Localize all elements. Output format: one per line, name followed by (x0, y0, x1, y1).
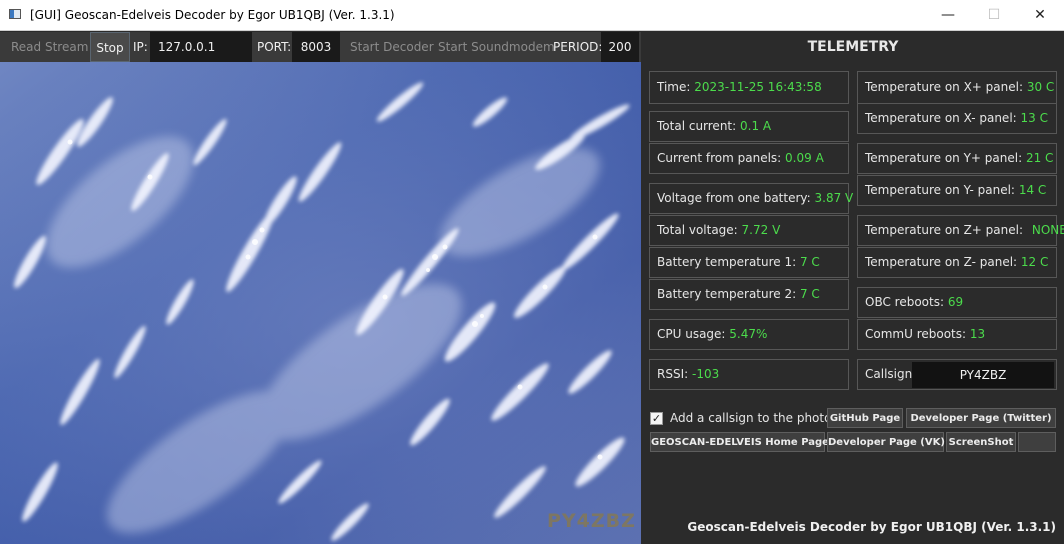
battery-temp2-box: Battery temperature 2: 7 C (649, 279, 849, 310)
commu-reboots-box: CommU reboots: 13 (857, 319, 1057, 350)
period-label: PERIOD: (553, 40, 603, 54)
read-stream-button[interactable]: Read Stream (11, 32, 88, 62)
temp-xp-label: Temperature on X+ panel: (865, 80, 1024, 94)
time-box: Time: 2023-11-25 16:43:58 (649, 71, 849, 104)
ip-input[interactable]: 127.0.0.1 (150, 32, 252, 62)
temp-yp-value: 21 C (1025, 151, 1054, 165)
temp-zp-box: Temperature on Z+ panel: NONE (857, 215, 1064, 246)
temp-xm-label: Temperature on X- panel: (865, 111, 1017, 125)
stop-button[interactable]: Stop (90, 32, 130, 62)
temp-zp-value: NONE (1031, 223, 1064, 237)
total-current-box: Total current: 0.1 A (649, 111, 849, 142)
temp-zm-value: 12 C (1020, 255, 1049, 269)
cpu-usage-label: CPU usage: (657, 327, 726, 341)
temp-ym-box: Temperature on Y- panel: 14 C (857, 175, 1057, 206)
telemetry-title: TELEMETRY (807, 39, 899, 55)
temp-yp-box: Temperature on Y+ panel: 21 C (857, 143, 1057, 174)
home-page-button[interactable]: GEOSCAN-EDELVEIS Home Page (650, 432, 829, 452)
app-icon (9, 9, 21, 19)
screenshot-button[interactable]: ScreenShot (946, 432, 1016, 452)
obc-reboots-label: OBC reboots: (865, 295, 945, 309)
commu-reboots-label: CommU reboots: (865, 327, 967, 341)
start-decoder-button[interactable]: Start Decoder (350, 32, 434, 62)
temp-xm-box: Temperature on X- panel: 13 C (857, 103, 1057, 134)
battery-temp1-label: Battery temperature 1: (657, 255, 797, 269)
obc-reboots-value: 69 (947, 295, 964, 309)
time-value: 2023-11-25 16:43:58 (694, 80, 822, 94)
maximize-button[interactable]: ☐ (971, 0, 1017, 30)
temp-zm-box: Temperature on Z- panel: 12 C (857, 247, 1057, 278)
cpu-usage-box: CPU usage: 5.47% (649, 319, 849, 350)
voltage-battery-label: Voltage from one battery: (657, 191, 811, 205)
total-current-label: Total current: (657, 119, 737, 133)
temp-xm-value: 13 C (1020, 111, 1048, 125)
temp-xp-value: 30 C (1026, 80, 1055, 94)
temp-zm-label: Temperature on Z- panel: (865, 255, 1018, 269)
total-voltage-label: Total voltage: (657, 223, 738, 237)
port-input[interactable]: 8003 (292, 32, 340, 62)
satellite-photo (0, 62, 641, 544)
start-soundmodem-button[interactable]: Start Soundmodem (438, 32, 555, 62)
temp-ym-value: 14 C (1018, 183, 1047, 197)
developer-twitter-button[interactable]: Developer Page (Twitter) (906, 408, 1056, 428)
battery-temp2-label: Battery temperature 2: (657, 287, 797, 301)
callsign-watermark: PY4ZBZ (547, 510, 636, 532)
total-voltage-value: 7.72 V (741, 223, 781, 237)
commu-reboots-value: 13 (969, 327, 986, 341)
temp-zp-label: Temperature on Z+ panel: (865, 223, 1024, 237)
minimize-button[interactable]: — (925, 0, 971, 30)
cpu-usage-value: 5.47% (729, 327, 768, 341)
close-button[interactable]: ✕ (1017, 0, 1063, 30)
earth-image (0, 62, 641, 544)
total-voltage-box: Total voltage: 7.72 V (649, 215, 849, 246)
battery-temp1-value: 7 C (799, 255, 820, 269)
current-panels-box: Current from panels: 0.09 A (649, 143, 849, 174)
voltage-battery-value: 3.87 V (814, 191, 854, 205)
footer-credits: Geoscan-Edelveis Decoder by Egor UB1QBJ … (687, 520, 1056, 534)
add-callsign-checkbox[interactable]: ✓ (650, 412, 663, 425)
window-title: [GUI] Geoscan-Edelveis Decoder by Egor U… (30, 8, 395, 22)
rssi-value: -103 (691, 367, 720, 381)
battery-temp1-box: Battery temperature 1: 7 C (649, 247, 849, 278)
title-bar: [GUI] Geoscan-Edelveis Decoder by Egor U… (0, 0, 1064, 31)
obc-reboots-box: OBC reboots: 69 (857, 287, 1057, 318)
developer-vk-button[interactable]: Developer Page (VK) (827, 432, 945, 452)
callsign-label: Callsign: (865, 367, 917, 381)
callsign-input[interactable]: PY4ZBZ (912, 362, 1054, 388)
toolbar: Read Stream Stop IP: 127.0.0.1 PORT: 800… (0, 32, 641, 62)
temp-ym-label: Temperature on Y- panel: (865, 183, 1015, 197)
port-label: PORT: (257, 40, 292, 54)
add-callsign-label: Add a callsign to the photo? (670, 411, 838, 425)
time-label: Time: (657, 80, 691, 94)
github-page-button[interactable]: GitHub Page (827, 408, 903, 428)
ip-label: IP: (133, 40, 148, 54)
temp-xp-box: Temperature on X+ panel: 30 C (857, 71, 1057, 104)
period-input[interactable]: 200 (601, 32, 639, 62)
rssi-label: RSSI: (657, 367, 689, 381)
current-panels-value: 0.09 A (785, 151, 824, 165)
voltage-battery-box: Voltage from one battery: 3.87 V (649, 183, 853, 214)
extra-button[interactable] (1018, 432, 1056, 452)
callsign-box: Callsign: PY4ZBZ (857, 359, 1057, 390)
rssi-box: RSSI: -103 (649, 359, 849, 390)
current-panels-label: Current from panels: (657, 151, 782, 165)
total-current-value: 0.1 A (740, 119, 772, 133)
battery-temp2-value: 7 C (799, 287, 820, 301)
temp-yp-label: Temperature on Y+ panel: (865, 151, 1023, 165)
